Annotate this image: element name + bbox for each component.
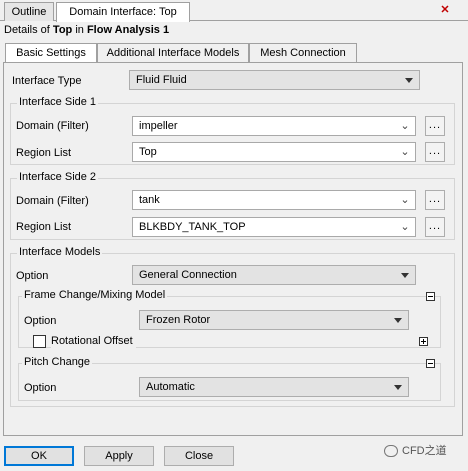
tab-outline-label: Outline	[11, 6, 47, 18]
chevron-down-icon: ⌄	[400, 120, 410, 132]
ok-button[interactable]: OK	[4, 446, 74, 466]
pitch-change-option-value: Automatic	[146, 381, 195, 393]
tab-mesh-connection[interactable]: Mesh Connection	[249, 43, 357, 63]
models-option-value: General Connection	[139, 269, 237, 281]
pitch-change-option-label: Option	[24, 382, 57, 394]
models-option-select[interactable]: General Connection	[132, 265, 416, 285]
frame-change-title: Frame Change/Mixing Model	[22, 288, 168, 303]
collapse-icon[interactable]	[426, 292, 435, 301]
close-button[interactable]: Close	[164, 446, 234, 466]
side1-region-select[interactable]: Top ⌄	[132, 142, 416, 162]
tab-basic-settings-label: Basic Settings	[16, 47, 86, 59]
frame-change-option-label: Option	[24, 315, 57, 327]
rotational-offset-checkbox[interactable]	[33, 335, 46, 348]
dropdown-arrow-icon	[394, 318, 402, 323]
dropdown-arrow-icon	[401, 273, 409, 278]
rotational-offset-label: Rotational Offset	[51, 333, 136, 349]
side1-domain-browse-button[interactable]: ...	[425, 116, 445, 136]
side2-region-label: Region List	[16, 221, 72, 233]
tab-domain-interface[interactable]: Domain Interface: Top	[56, 2, 190, 22]
dropdown-arrow-icon	[394, 385, 402, 390]
wechat-logo-icon	[384, 445, 398, 458]
chevron-down-icon: ⌄	[400, 146, 410, 158]
watermark: CFD之道	[384, 442, 447, 460]
chevron-down-icon: ⌄	[400, 221, 410, 233]
details-in: in	[72, 24, 87, 36]
side1-region-value: Top	[139, 146, 157, 158]
models-option-label: Option	[16, 270, 49, 282]
side1-domain-select[interactable]: impeller ⌄	[132, 116, 416, 136]
side2-domain-label: Domain (Filter)	[16, 195, 89, 207]
collapse-icon[interactable]	[426, 359, 435, 368]
interface-type-label: Interface Type	[12, 75, 82, 87]
interface-side-1-title: Interface Side 1	[17, 95, 99, 110]
frame-change-option-select[interactable]: Frozen Rotor	[139, 310, 409, 330]
side1-region-browse-button[interactable]: ...	[425, 142, 445, 162]
side1-region-label: Region List	[16, 147, 72, 159]
close-icon[interactable]: ✕	[438, 3, 452, 17]
tab-additional-interface-models-label: Additional Interface Models	[106, 47, 240, 59]
side2-region-browse-button[interactable]: ...	[425, 217, 445, 237]
side2-region-select[interactable]: BLKBDY_TANK_TOP ⌄	[132, 217, 416, 237]
side2-region-value: BLKBDY_TANK_TOP	[139, 221, 246, 233]
dropdown-arrow-icon	[405, 78, 413, 83]
interface-side-2-title: Interface Side 2	[17, 170, 99, 185]
apply-button[interactable]: Apply	[84, 446, 154, 466]
tab-mesh-connection-label: Mesh Connection	[260, 47, 346, 59]
side2-domain-select[interactable]: tank ⌄	[132, 190, 416, 210]
chevron-down-icon: ⌄	[400, 194, 410, 206]
side1-domain-value: impeller	[139, 120, 178, 132]
details-object: Top	[52, 24, 73, 36]
tab-basic-settings[interactable]: Basic Settings	[5, 43, 97, 64]
details-header: Details of Top in Flow Analysis 1	[4, 22, 169, 38]
tab-domain-interface-label: Domain Interface: Top	[69, 6, 177, 18]
side1-domain-label: Domain (Filter)	[16, 120, 89, 132]
interface-models-title: Interface Models	[17, 245, 103, 260]
interface-type-select[interactable]: Fluid Fluid	[129, 70, 420, 90]
tab-outline[interactable]: Outline	[4, 2, 54, 21]
details-prefix: Details of	[4, 24, 53, 36]
side2-domain-browse-button[interactable]: ...	[425, 190, 445, 210]
details-analysis: Flow Analysis 1	[86, 24, 170, 36]
expand-icon[interactable]	[419, 337, 428, 346]
pitch-change-option-select[interactable]: Automatic	[139, 377, 409, 397]
watermark-text: CFD之道	[402, 445, 447, 457]
pitch-change-title: Pitch Change	[22, 355, 93, 370]
side2-domain-value: tank	[139, 194, 160, 206]
interface-type-value: Fluid Fluid	[136, 74, 187, 86]
tab-additional-interface-models[interactable]: Additional Interface Models	[97, 43, 249, 63]
frame-change-option-value: Frozen Rotor	[146, 314, 211, 326]
